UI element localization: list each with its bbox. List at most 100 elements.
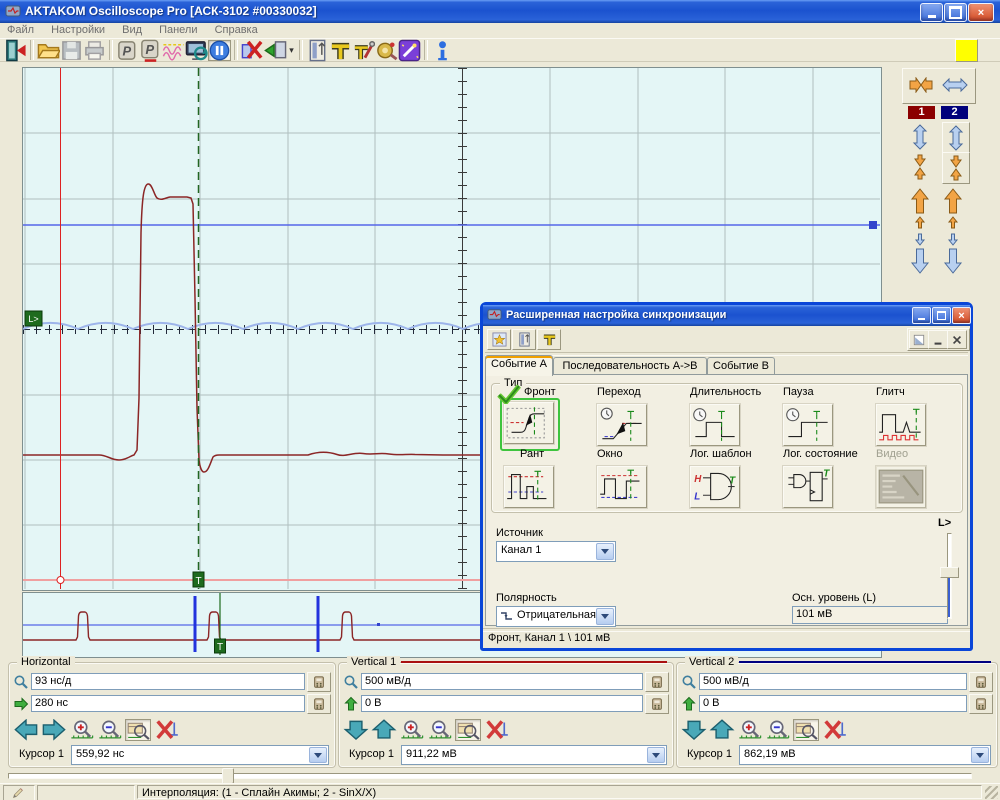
type-edge-button[interactable]	[504, 402, 554, 444]
pause-button[interactable]	[208, 40, 231, 61]
pan-up-button[interactable]	[709, 719, 735, 741]
zoom-in-button[interactable]	[69, 719, 95, 741]
ch1-nudge-button[interactable]	[914, 216, 926, 246]
zoom-window-button[interactable]	[125, 719, 151, 741]
pan-left-button[interactable]	[13, 719, 39, 741]
dialog-minimize-button[interactable]	[912, 307, 931, 324]
menu-view[interactable]: Вид	[115, 23, 149, 37]
vertical2-cursor-combo[interactable]: 862,19 мВ	[739, 745, 991, 765]
horizontal-cursor-combo[interactable]: 559,92 нс	[71, 745, 329, 765]
display-refresh-button[interactable]	[185, 40, 208, 61]
insert-dropdown-caret[interactable]: ▾	[287, 45, 296, 56]
color-indicator-button[interactable]	[955, 39, 978, 62]
record-button[interactable]: P	[116, 40, 139, 61]
vertical2-position-keypad-button[interactable]	[969, 694, 993, 714]
polarity-combo[interactable]: Отрицательная	[496, 606, 616, 627]
tools-button[interactable]	[352, 40, 375, 61]
ch1-expand-vertical-button[interactable]	[911, 124, 929, 150]
dialog-maximize-button[interactable]	[932, 307, 951, 324]
trackbar-thumb[interactable]	[222, 768, 234, 784]
pan-right-button[interactable]	[41, 719, 67, 741]
source-combo[interactable]: Канал 1	[496, 541, 616, 562]
dialog-sync-button[interactable]	[537, 329, 561, 350]
type-runt-button[interactable]	[504, 466, 554, 508]
menu-help[interactable]: Справка	[208, 23, 265, 37]
type-pattern-button[interactable]: HLT	[690, 466, 740, 508]
sync-setup-button[interactable]	[329, 40, 352, 61]
dropdown-button[interactable]	[596, 608, 614, 625]
type-glitch-button[interactable]	[876, 404, 926, 446]
dropdown-button[interactable]	[647, 747, 665, 763]
panels-button[interactable]	[306, 40, 329, 61]
ch2-move-up-button[interactable]	[943, 188, 963, 214]
menu-panels[interactable]: Панели	[152, 23, 204, 37]
dropdown-button[interactable]	[309, 747, 327, 763]
cursor1-handle[interactable]	[57, 577, 64, 584]
zoom-out-button[interactable]	[765, 719, 791, 741]
info-button[interactable]	[431, 40, 454, 61]
pan-down-button[interactable]	[681, 719, 707, 741]
dialog-panels-button[interactable]	[512, 329, 536, 350]
delete-cursor-button[interactable]	[153, 719, 179, 741]
vertical1-cursor-combo[interactable]: 911,22 мВ	[401, 745, 667, 765]
ch2-move-down-button[interactable]	[943, 248, 963, 274]
ch2-expand-vertical-button[interactable]	[942, 122, 970, 154]
zoom-out-button[interactable]	[97, 719, 123, 741]
open-button[interactable]	[37, 40, 60, 61]
zoom-out-button[interactable]	[427, 719, 453, 741]
menu-file[interactable]: Файл	[0, 23, 41, 37]
level-slider-thumb[interactable]	[940, 567, 959, 578]
expand-horizontal-button[interactable]	[942, 77, 968, 93]
ch1-move-down-button[interactable]	[910, 248, 930, 274]
compress-horizontal-button[interactable]	[908, 77, 934, 93]
favorites-button[interactable]	[487, 329, 511, 350]
vertical1-position-keypad-button[interactable]	[645, 694, 669, 714]
vertical2-scale-field[interactable]: 500 мВ/д	[699, 673, 967, 690]
wizard-button[interactable]	[398, 40, 421, 61]
waveform-button[interactable]	[162, 40, 185, 61]
horizontal-scale-keypad-button[interactable]	[307, 672, 331, 692]
delete-cursor-button[interactable]	[483, 719, 509, 741]
calibrate-button[interactable]	[375, 40, 398, 61]
position-trackbar[interactable]	[8, 773, 972, 779]
collapse-button[interactable]	[928, 330, 948, 349]
maximize-button[interactable]	[944, 3, 967, 22]
insert-block-button[interactable]	[264, 40, 287, 61]
zoom-in-button[interactable]	[737, 719, 763, 741]
vertical1-position-field[interactable]: 0 В	[361, 695, 643, 712]
ch2-nudge-button[interactable]	[947, 216, 959, 246]
pan-up-button[interactable]	[371, 719, 397, 741]
dialog-close-button[interactable]: ×	[952, 307, 971, 324]
type-transition-button[interactable]	[597, 404, 647, 446]
vertical1-scale-keypad-button[interactable]	[645, 672, 669, 692]
save-button[interactable]	[60, 40, 83, 61]
zoom-in-button[interactable]	[399, 719, 425, 741]
pan-down-button[interactable]	[343, 719, 369, 741]
dropdown-button[interactable]	[971, 747, 989, 763]
vertical2-scale-keypad-button[interactable]	[969, 672, 993, 692]
tab-event-a[interactable]: Событие A	[485, 355, 553, 376]
print-button[interactable]	[83, 40, 106, 61]
ch1-move-up-button[interactable]	[910, 188, 930, 214]
menu-settings[interactable]: Настройки	[44, 23, 112, 37]
type-window-button[interactable]	[597, 466, 647, 508]
minimize-button[interactable]	[920, 3, 943, 22]
delete-button[interactable]	[241, 40, 264, 61]
close-panel-button[interactable]	[947, 330, 967, 349]
record-stop-button[interactable]: P	[139, 40, 162, 61]
zoom-window-button[interactable]	[455, 719, 481, 741]
type-duration-button[interactable]	[690, 404, 740, 446]
ch1-compress-vertical-button[interactable]	[911, 154, 929, 180]
horizontal-scale-field[interactable]: 93 нс/д	[31, 673, 305, 690]
exit-button[interactable]	[4, 40, 27, 61]
vertical2-position-field[interactable]: 0 В	[699, 695, 967, 712]
resize-grip[interactable]	[985, 786, 998, 799]
type-state-button[interactable]: T	[783, 466, 833, 508]
dropdown-button[interactable]	[596, 543, 614, 560]
delete-cursor-button[interactable]	[821, 719, 847, 741]
type-pause-button[interactable]	[783, 404, 833, 446]
horizontal-position-keypad-button[interactable]	[307, 694, 331, 714]
zoom-window-button[interactable]	[793, 719, 819, 741]
ch2-compress-vertical-button[interactable]	[942, 152, 970, 184]
horizontal-position-field[interactable]: 280 нс	[31, 695, 305, 712]
